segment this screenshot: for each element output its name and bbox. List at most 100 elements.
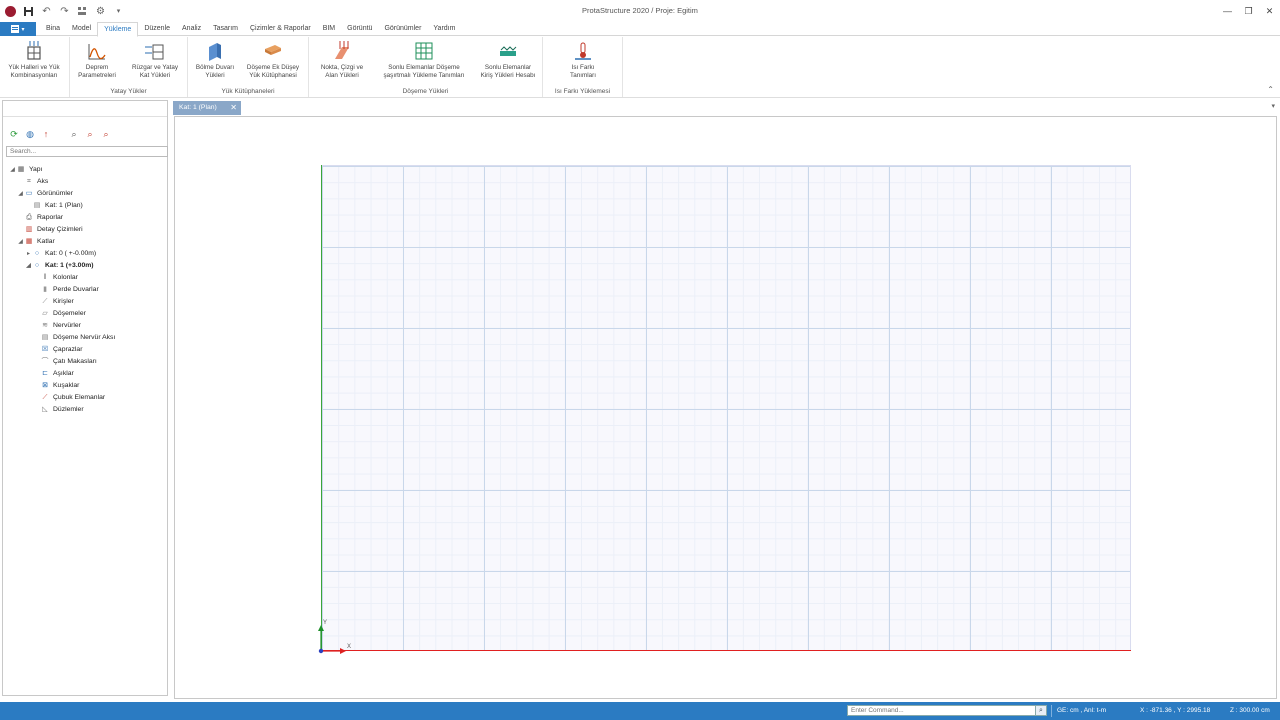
tree-item[interactable]: ⎙ Raporlar	[3, 212, 167, 224]
ribbon-group-title: Isı Farkı Yüklemesi	[554, 88, 611, 95]
tree-item[interactable]: ‖ Kolonlar	[3, 272, 167, 284]
tree-item[interactable]: ◺ Düzlemler	[3, 404, 167, 416]
tab-görüntü[interactable]: Görüntü	[341, 22, 378, 36]
plan-view-icon: ▤	[33, 202, 41, 209]
restore-icon[interactable]: ❐	[1238, 0, 1259, 22]
tree-item[interactable]: ☒ Çaprazlar	[3, 344, 167, 356]
document-tab[interactable]: Kat: 1 (Plan) ✕	[173, 101, 241, 115]
ribbon-button-slab-library[interactable]: Döşeme Ek Düşey Yük Kütüphanesi	[240, 39, 306, 80]
ribbon-button-label-line2: şaşırtmalı Yükleme Tanımları	[383, 72, 465, 79]
tab-yükleme[interactable]: Yükleme	[97, 22, 139, 37]
tab-yardım[interactable]: Yardım	[427, 22, 461, 36]
axis-icon: ⌗	[27, 178, 31, 185]
ribbon-group-0: Yük Halleri ve Yük Kombinasyonları	[0, 37, 70, 97]
slab-icon: ▱	[42, 310, 48, 317]
file-menu-button[interactable]: ▾	[0, 22, 36, 36]
beam-icon: ⟋	[42, 298, 48, 305]
collapse-icon[interactable]: ◢	[17, 188, 24, 200]
tree-item[interactable]: ⊠ Kuşaklar	[3, 380, 167, 392]
ribbon-button-label-line2: Alan Yükleri	[325, 72, 359, 79]
y-axis-label: Y	[323, 620, 327, 626]
tree-search-input[interactable]	[6, 146, 168, 157]
ribbon-button-fe-slab[interactable]: Sonlu Elemanlar Döşeme şaşırtmalı Yükleme…	[375, 39, 473, 80]
collapse-ribbon-icon[interactable]: ⌃	[1267, 85, 1274, 94]
tab-model[interactable]: Model	[66, 22, 97, 36]
expand-icon[interactable]: ▸	[25, 248, 32, 260]
ribbon-button-load-cases[interactable]: Yük Halleri ve Yük Kombinasyonları	[0, 39, 68, 80]
ribbon-button-point-line-area[interactable]: Nokta, Çizgi ve Alan Yükleri	[311, 39, 373, 80]
ribbon-button-fe-beam[interactable]: Sonlu Elemanlar Kiriş Yükleri Hesabı	[475, 39, 541, 80]
drawings-icon: ▥	[25, 226, 33, 233]
tree-item[interactable]: ◢ ▦ Yapı	[3, 164, 167, 176]
minimize-icon[interactable]: —	[1217, 0, 1238, 22]
partition-wall-icon	[205, 41, 225, 61]
pin-icon[interactable]: ↑	[40, 128, 52, 140]
tab-bim[interactable]: BIM	[317, 22, 341, 36]
tree-item-label: Çubuk Elemanlar	[53, 394, 106, 401]
tree-item-label: Döşeme Nervür Aksı	[53, 334, 116, 341]
ribbon-button-temperature[interactable]: Isı Farkı Tanımları	[547, 39, 619, 80]
ribbon-button-label-line1: Döşeme Ek Düşey	[246, 64, 300, 71]
tree-item[interactable]: ▸ ○ Kat: 0 ( +-0.00m)	[3, 248, 167, 260]
tree-item[interactable]: ◢ ▭ Görünümler	[3, 188, 167, 200]
ribbon-group-title: Yük Kütüphaneleri	[221, 88, 275, 95]
collapse-icon[interactable]: ◢	[9, 164, 16, 176]
brace-icon: ☒	[41, 346, 49, 353]
tab-list-dropdown-icon[interactable]: ▾	[1271, 102, 1275, 110]
tree-item[interactable]: ◢ ▦ Katlar	[3, 236, 167, 248]
command-search-icon[interactable]: ⌕	[1035, 705, 1047, 716]
ribbon-button-label-line2: Yükleri	[205, 72, 225, 79]
seismic-icon	[87, 41, 107, 61]
ribbon-button-label-line1: Isı Farkı	[571, 64, 595, 71]
tree-item[interactable]: ≋ Nervürler	[3, 320, 167, 332]
drawing-canvas[interactable]: Y X	[174, 116, 1277, 699]
tab-düzenle[interactable]: Düzenle	[138, 22, 176, 36]
tab-tasarım[interactable]: Tasarım	[207, 22, 244, 36]
coordinate-readout: X : -871.36 , Y : 2995.18	[1140, 707, 1211, 714]
collapse-icon[interactable]: ◢	[17, 236, 24, 248]
tree-item[interactable]: ▮ Perde Duvarlar	[3, 284, 167, 296]
tree-item-label: Nervürler	[53, 322, 81, 329]
ribbon-button-wind[interactable]: Rüzgar ve Yatay Kat Yükleri	[124, 39, 186, 80]
tree-item[interactable]: ▱ Döşemeler	[3, 308, 167, 320]
window-controls: — ❐ ✕	[1217, 0, 1280, 22]
tree-item[interactable]: ⟋ Kirişler	[3, 296, 167, 308]
zoom-add-icon[interactable]: ⌕	[84, 128, 96, 140]
status-divider	[1051, 705, 1052, 717]
collapse-icon[interactable]: ◢	[25, 260, 32, 272]
ribbon-group-3: Nokta, Çizgi ve Alan Yükleri Sonlu Elemanl…	[309, 37, 543, 97]
storey-icon: ○	[34, 250, 40, 257]
close-icon[interactable]: ✕	[1259, 0, 1280, 22]
fe-beam-icon	[498, 41, 518, 61]
z-level-readout: Z : 300.00 cm	[1230, 707, 1270, 714]
ribbon-button-label-line1: Bölme Duvarı	[195, 64, 235, 71]
tab-görünümler[interactable]: Görünümler	[378, 22, 427, 36]
shear-wall-icon: ▮	[43, 286, 47, 293]
zoom-clear-icon[interactable]: ⌕	[100, 128, 112, 140]
ribbon-button-partition-wall[interactable]: Bölme Duvarı Yükleri	[190, 39, 240, 80]
tree-item[interactable]: ⊏ Aşıklar	[3, 368, 167, 380]
tree-item-label: Görünümler	[37, 190, 73, 197]
tree-item[interactable]: ⌒ Çatı Makasları	[3, 356, 167, 368]
tab-bina[interactable]: Bina	[40, 22, 66, 36]
command-input[interactable]	[847, 705, 1047, 716]
ribbon-button-label-line2: Parametreleri	[78, 72, 116, 79]
tree-item-label: Kat: 1 (+3.00m)	[45, 262, 94, 269]
rib-axis-icon: ▤	[41, 334, 49, 341]
refresh-icon[interactable]: ⟳	[8, 128, 20, 140]
ribbon-button-label-line1: Yük Halleri ve Yük	[8, 64, 60, 71]
document-tab-label: Kat: 1 (Plan)	[179, 104, 217, 111]
globe-icon[interactable]: ◍	[24, 128, 36, 140]
ribbon-button-label-line2: Yük Kütüphanesi	[249, 72, 297, 79]
tree-item[interactable]: ◢ ○ Kat: 1 (+3.00m)	[3, 260, 167, 272]
tree-item[interactable]: ▥ Detay Çizimleri	[3, 224, 167, 236]
tab-analiz[interactable]: Analiz	[176, 22, 207, 36]
tree-item[interactable]: ⟋ Çubuk Elemanlar	[3, 392, 167, 404]
zoom-find-icon[interactable]: ⌕	[68, 128, 80, 140]
tree-item[interactable]: ⌗ Aks	[3, 176, 167, 188]
tab-çizimler-raporlar[interactable]: Çizimler & Raporlar	[244, 22, 317, 36]
ribbon-button-seismic[interactable]: Deprem Parametreleri	[72, 39, 122, 80]
tree-item[interactable]: ▤ Döşeme Nervür Aksı	[3, 332, 167, 344]
close-tab-icon[interactable]: ✕	[230, 101, 237, 115]
tree-item[interactable]: ▤ Kat: 1 (Plan)	[3, 200, 167, 212]
